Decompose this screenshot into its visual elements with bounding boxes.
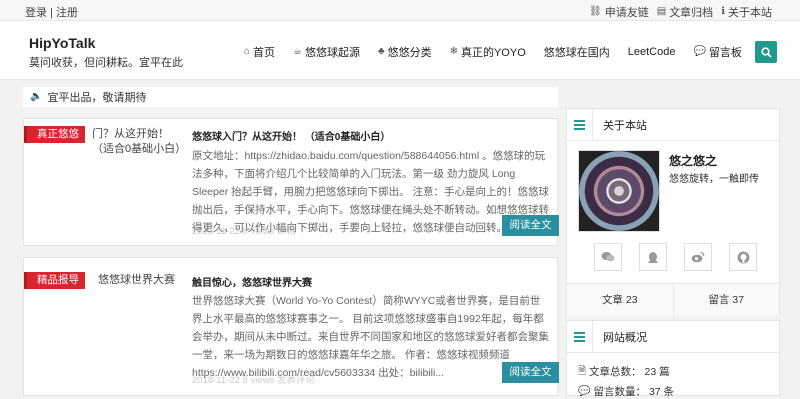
post-tag[interactable]: 精品报导: [24, 272, 85, 289]
avatar: [578, 150, 660, 232]
nav-label: 悠悠分类: [387, 47, 432, 59]
post-title[interactable]: 触目惊心，悠悠球世界大赛: [192, 274, 312, 289]
nav-item-guestbook[interactable]: 💬 留言板: [693, 44, 741, 60]
top-link-about[interactable]: ℹ 关于本站: [721, 4, 772, 20]
author-name: 悠之悠之: [669, 154, 718, 168]
notice-bar: 🔈 宜平出品，敬请期待: [23, 87, 558, 107]
auth-separator: |: [50, 7, 53, 19]
top-link-archive[interactable]: ▤ 文章归档: [657, 4, 713, 20]
top-links: ⛓ 申请友链 ▤ 文章归档 ℹ 关于本站: [589, 4, 772, 20]
author-desc: 悠悠旋转，一触即传: [669, 174, 759, 185]
post-card: 真正悠悠 门？从这开始！ （适合0基础小白） 悠悠球入门？从这开始！ （适合0基…: [23, 118, 559, 246]
overview-value: 23 篇: [644, 366, 670, 378]
search-button[interactable]: [755, 41, 777, 63]
top-link-friend[interactable]: ⛓ 申请友链: [589, 4, 649, 20]
search-icon: [760, 46, 772, 58]
cup-icon: ☕: [293, 46, 303, 57]
menu-icon: [567, 108, 593, 141]
nav-label: 留言板: [708, 47, 742, 59]
nav-item-home[interactable]: ⌂ 首页: [244, 44, 275, 60]
post-card: 精品报导 悠悠球世界大赛 触目惊心，悠悠球世界大赛 世界悠悠球大赛（World …: [23, 257, 559, 396]
post-excerpt: 世界悠悠球大赛（World Yo-Yo Contest）简称WYYC或者世界赛，…: [192, 295, 549, 379]
github-icon[interactable]: [729, 243, 757, 271]
overview-label: 文章总数：: [589, 366, 642, 378]
comment-icon: 💬: [693, 46, 706, 57]
home-icon: ⌂: [244, 46, 251, 57]
read-more-button[interactable]: 阅读全文: [502, 362, 559, 383]
widget-title: 网站概况: [603, 331, 647, 344]
widget-header: 网站概况: [567, 320, 779, 353]
nav-label: 悠悠球在国内: [543, 47, 610, 59]
about-widget: 关于本站 悠之悠之 悠悠旋转，一触即传 文章 23 留言 37: [566, 108, 780, 315]
post-thumb-title[interactable]: 悠悠球世界大赛: [98, 273, 175, 288]
nav-item-leetcode[interactable]: LeetCode: [628, 44, 676, 60]
link-icon: ⛓: [589, 6, 602, 17]
site-logo[interactable]: HipYoTalk: [29, 35, 95, 51]
nav-item-domestic[interactable]: 悠悠球在国内: [544, 44, 610, 60]
nav-label: 真正的YOYO: [460, 47, 526, 59]
nav-item-origin[interactable]: ☕ 悠悠球起源: [293, 44, 360, 60]
article-count[interactable]: 文章 23: [567, 284, 674, 315]
overview-label: 留言数量：: [593, 386, 646, 398]
main-nav: ⌂ 首页 ☕ 悠悠球起源 ♣ 悠悠分类 ❄ 真正的YOYO 悠悠球在国内 Lee…: [244, 44, 760, 60]
nav-label: 悠悠球起源: [305, 47, 361, 59]
site-stats: 文章 23 留言 37: [567, 283, 779, 315]
login-link[interactable]: 登录: [25, 7, 47, 19]
post-thumb-title[interactable]: 门？从这开始！ （适合0基础小白）: [92, 127, 187, 157]
site-slogan: 莫问收获，但问耕耘。宜平在此: [29, 57, 183, 69]
overview-value: 37 条: [648, 386, 675, 398]
post-tag[interactable]: 真正悠悠: [24, 126, 85, 143]
snowflake-icon: ❄: [449, 46, 458, 57]
register-link[interactable]: 注册: [56, 7, 78, 19]
nav-label: 首页: [253, 47, 276, 59]
nav-label: LeetCode: [627, 46, 676, 58]
top-link-label: 关于本站: [728, 7, 772, 19]
auth-links: 登录 | 注册: [25, 4, 78, 20]
file-icon: 🗎: [578, 365, 587, 377]
menu-icon: [567, 320, 593, 353]
comment-count[interactable]: 留言 37: [674, 284, 780, 315]
post-meta: 2018-11-22 8 views 发表评论: [192, 375, 315, 386]
comment-icon: 💬: [578, 385, 591, 397]
site-header: HipYoTalk 莫问收获，但问耕耘。宜平在此 ⌂ 首页 ☕ 悠悠球起源 ♣ …: [0, 21, 800, 80]
archive-icon: ▤: [656, 6, 667, 17]
top-bar: 登录 | 注册 ⛓ 申请友链 ▤ 文章归档 ℹ 关于本站: [0, 0, 800, 21]
overview-widget: 网站概况 🗎 文章总数： 23 篇 💬 留言数量： 37 条: [566, 320, 780, 399]
nav-item-real-yoyo[interactable]: ❄ 真正的YOYO: [450, 44, 526, 60]
info-icon: ℹ: [721, 6, 725, 17]
qq-icon[interactable]: [639, 243, 667, 271]
post-meta: 2018-11-22 8 views 评论: [192, 226, 296, 237]
social-links: [594, 243, 757, 271]
widget-title: 关于本站: [603, 119, 647, 132]
overview-row-articles: 🗎 文章总数： 23 篇: [578, 364, 670, 379]
top-link-label: 文章归档: [669, 7, 714, 19]
widget-header: 关于本站: [567, 108, 779, 141]
read-more-button[interactable]: 阅读全文: [502, 215, 559, 236]
volume-icon: 🔈: [30, 91, 43, 102]
weibo-icon[interactable]: [684, 243, 712, 271]
notice-text: 宜平出品，敬请期待: [47, 92, 147, 104]
wechat-icon[interactable]: [594, 243, 622, 271]
post-title[interactable]: 悠悠球入门？从这开始！ （适合0基础小白）: [192, 128, 390, 143]
overview-row-comments: 💬 留言数量： 37 条: [578, 384, 674, 399]
nav-item-category[interactable]: ♣ 悠悠分类: [378, 44, 432, 60]
users-icon: ♣: [378, 46, 385, 57]
top-link-label: 申请友链: [604, 7, 649, 19]
